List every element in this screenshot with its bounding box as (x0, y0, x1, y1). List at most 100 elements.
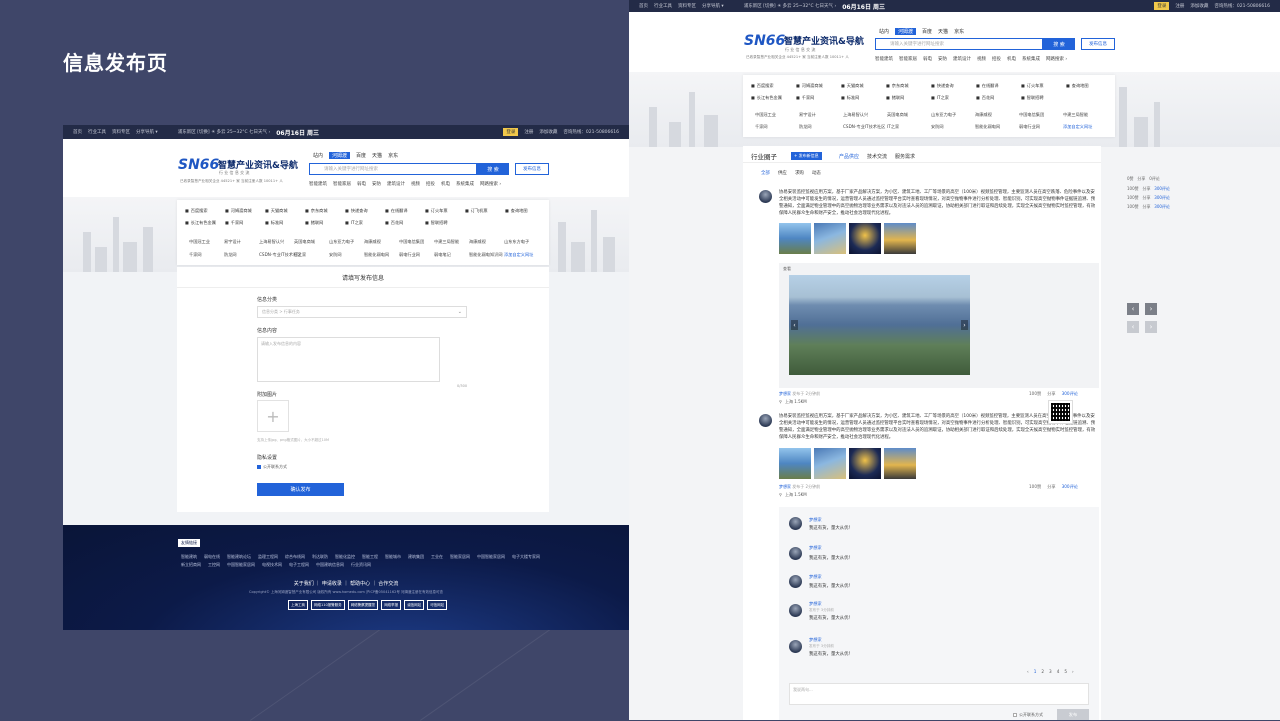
tab-site[interactable]: 站内 (313, 152, 323, 159)
tab-hemudu[interactable]: 河姆渡 (895, 28, 917, 35)
text-link[interactable]: 中国电信集团 (399, 239, 434, 245)
footer-link-coop[interactable]: 合作交流 (378, 581, 398, 587)
page-number[interactable]: 1 (1034, 669, 1037, 674)
side-like[interactable]: 100赞 (1127, 195, 1139, 200)
hot-keyword[interactable]: 弱电 (357, 181, 366, 187)
filter-supply[interactable]: 供应 (778, 170, 787, 176)
quick-link[interactable]: IT之家 (345, 220, 385, 226)
quick-link[interactable]: 订火车票 (1021, 83, 1066, 89)
hot-keyword[interactable]: 建筑设计 (387, 181, 405, 187)
text-link[interactable]: 智能化弱电网 (364, 252, 399, 258)
chevron-left-icon[interactable]: ‹ (791, 320, 798, 330)
side-comment[interactable]: 0评论 (1149, 176, 1160, 181)
tab-jd[interactable]: 京东 (388, 152, 398, 159)
text-link[interactable]: 英国电商城 (887, 112, 931, 118)
share-button[interactable]: 分享 (1047, 391, 1055, 397)
side-share[interactable]: 分享 (1142, 195, 1150, 200)
friend-link[interactable]: 新立招商网 (181, 562, 201, 568)
friend-link[interactable]: 建筑集团 (408, 554, 424, 560)
text-link[interactable]: CSDN-专业IT技术社区 (843, 124, 887, 130)
page-prev[interactable]: ‹ (1027, 669, 1029, 674)
quick-link[interactable]: 在线翻译 (385, 208, 425, 214)
like-button[interactable]: 100赞 (1029, 484, 1041, 490)
content-textarea[interactable]: 请输入发布信息的内容 (257, 337, 440, 382)
text-link[interactable]: 海康威视 (469, 239, 504, 245)
friend-link[interactable]: 工控网 (208, 562, 220, 568)
friend-link[interactable]: 电子大楼专家网 (512, 554, 540, 560)
text-link[interactable]: 弱电行业网 (399, 252, 434, 258)
commenter-name[interactable]: 梦想家 (809, 637, 822, 643)
quick-link[interactable]: 智联招聘 (1021, 95, 1066, 101)
text-link[interactable]: 中国电信集团 (1019, 112, 1063, 118)
badge[interactable]: 网络举报 (381, 600, 402, 610)
friend-link[interactable]: 弱电在线 (204, 554, 220, 560)
filter-all[interactable]: 全部 (761, 170, 770, 176)
side-share[interactable]: 分享 (1137, 176, 1145, 181)
quick-link[interactable]: 猪联网 (305, 220, 345, 226)
add-custom-link[interactable]: 添加自定义网址 (504, 252, 539, 258)
text-link[interactable]: 海康威视 (975, 112, 1019, 118)
text-link[interactable]: 中建三局智能 (434, 239, 469, 245)
hot-keyword[interactable]: 弱电 (923, 56, 932, 62)
text-link[interactable]: 智能化弱电网 (975, 124, 1019, 130)
quick-link[interactable]: 快递查询 (345, 208, 385, 214)
quick-link[interactable]: 查询地图 (505, 208, 545, 214)
quick-link[interactable]: IT之家 (931, 95, 976, 101)
friend-link[interactable]: 智能建筑 (181, 554, 197, 560)
post-image[interactable] (779, 223, 811, 254)
commenter-name[interactable]: 梦想家 (809, 517, 822, 523)
friend-link[interactable]: 中国建筑信息网 (316, 562, 344, 568)
quick-link[interactable]: 百度搜索 (185, 208, 225, 214)
avatar[interactable] (759, 190, 772, 203)
comment-button[interactable]: 300评论 (1062, 391, 1078, 397)
quick-link[interactable]: 千家网 (225, 220, 265, 226)
search-button[interactable]: 搜 索 (477, 163, 509, 175)
side-like[interactable]: 0赞 (1127, 176, 1134, 181)
friend-link[interactable]: 电视技术网 (262, 562, 282, 568)
page-number[interactable]: 2 (1041, 669, 1044, 674)
friend-link[interactable]: 智能家居网 (450, 554, 470, 560)
text-link[interactable]: 防龙网 (224, 252, 259, 258)
post-image[interactable] (884, 448, 916, 479)
text-link[interactable]: 易宇设计 (224, 239, 259, 245)
page-next[interactable]: › (1072, 669, 1074, 674)
avatar[interactable] (759, 414, 772, 427)
new-post-button[interactable]: + 发布新信息 (791, 152, 822, 160)
text-link[interactable]: 中国冠工业 (189, 239, 224, 245)
nav-tools[interactable]: 行业工具 (88, 129, 106, 135)
tab-tmall[interactable]: 天猫 (938, 28, 948, 35)
avatar[interactable] (789, 575, 802, 588)
hot-keyword[interactable]: 智能建筑 (875, 56, 893, 62)
side-share[interactable]: 分享 (1142, 186, 1150, 191)
search-button[interactable]: 搜 索 (1043, 38, 1075, 50)
quick-link[interactable]: 百度搜索 (751, 83, 796, 89)
post-image[interactable] (779, 448, 811, 479)
post-image[interactable] (849, 223, 881, 254)
share-button[interactable]: 分享 (1047, 484, 1055, 490)
publish-button[interactable]: 发布信息 (515, 163, 549, 175)
badge[interactable]: 诚信网站 (404, 600, 425, 610)
hot-keyword[interactable]: 智能家居 (333, 181, 351, 187)
category-select[interactable]: 信息分类 > 行事任务 ⌄ (257, 306, 467, 318)
poster-name[interactable]: 梦想家 (779, 391, 791, 396)
friend-link[interactable]: 电子工程网 (289, 562, 309, 568)
login-button[interactable]: 登录 (503, 128, 519, 136)
friend-link[interactable]: 中国智能家居网 (477, 554, 505, 560)
quick-link[interactable]: 长江有色金属 (751, 95, 796, 101)
commenter-name[interactable]: 梦想家 (809, 574, 822, 580)
friend-link[interactable]: 智能建筑论坛 (227, 554, 251, 560)
avatar[interactable] (789, 517, 802, 530)
badge[interactable]: 上海工商 (288, 600, 308, 610)
quick-link[interactable]: 长江有色金属 (185, 220, 225, 226)
nav-home[interactable]: 首页 (639, 3, 648, 9)
tab-products[interactable]: 产品供应 (839, 153, 859, 160)
avatar[interactable] (789, 604, 802, 617)
commenter-name[interactable]: 梦想家 (809, 601, 822, 607)
send-comment-button[interactable]: 发布 (1057, 709, 1089, 720)
chevron-right-icon[interactable]: › (961, 320, 968, 330)
friend-link[interactable]: 智能化监控 (335, 554, 355, 560)
tab-jd[interactable]: 京东 (954, 28, 964, 35)
friend-link[interactable]: 智能工程 (362, 554, 378, 560)
text-link[interactable]: 千家网 (755, 124, 799, 130)
badge[interactable]: 网络110报警服务 (311, 600, 345, 610)
